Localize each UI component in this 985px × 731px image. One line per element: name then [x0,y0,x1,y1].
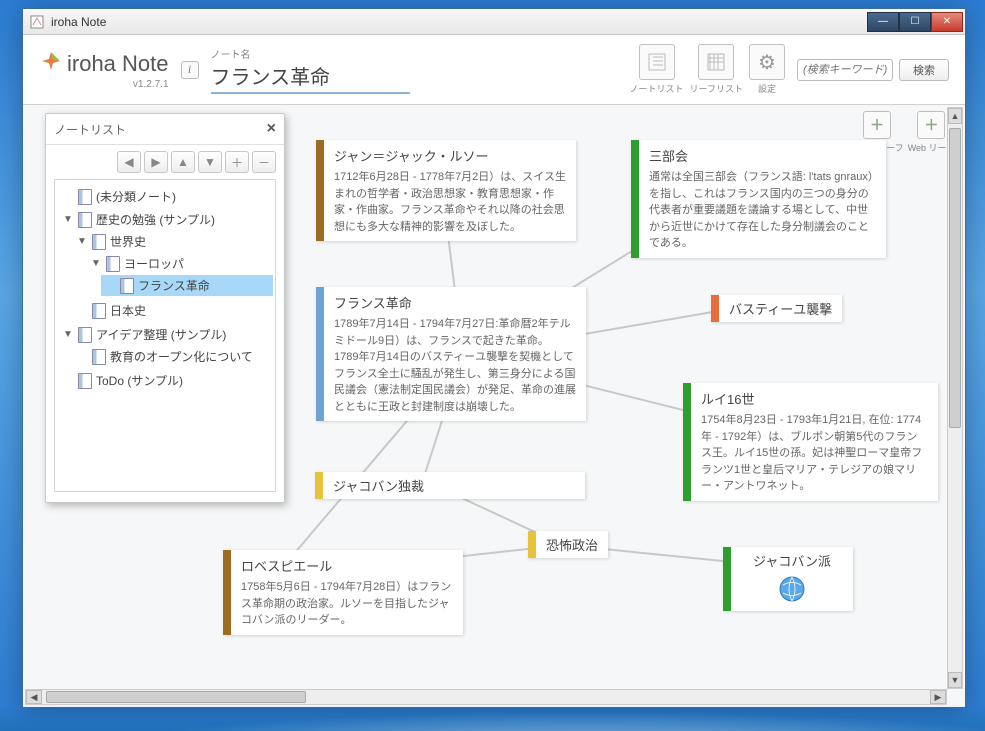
app-icon [29,14,45,30]
notebook-icon [92,234,106,250]
maximize-button[interactable]: ☐ [899,12,931,32]
card-title: 三部会 [649,146,876,165]
card-title: ジャン＝ジャック・ルソー [334,146,566,165]
notebook-icon [92,303,106,319]
tree-item-world-history[interactable]: ▼世界史 [73,231,273,252]
card-rousseau[interactable]: ジャン＝ジャック・ルソー 1712年6月28日 - 1778年7月2日）は、スイ… [316,140,576,241]
add-note-button[interactable]: ＋ [225,151,249,173]
card-jacobin[interactable]: ジャコバン派 [723,547,853,611]
sidebar-title: ノートリスト [54,121,126,138]
scroll-left-icon[interactable]: ◀ [26,690,42,704]
move-left-button[interactable]: ◀ [117,151,141,173]
note-name-label: ノート名 [211,46,411,61]
tree-item-japanese-history[interactable]: 日本史 [73,300,273,321]
note-tree[interactable]: (未分類ノート) ▼歴史の勉強 (サンプル) ▼世界史 ▼ヨーロッパ フランス革… [54,179,276,492]
tree-item-europe[interactable]: ▼ヨーロッパ [87,253,273,274]
notebook-icon [92,349,106,365]
card-title: ジャコバン派 [741,551,843,570]
tree-item-unclassified[interactable]: (未分類ノート) [59,186,273,207]
horizontal-scrollbar[interactable]: ◀ ▶ [25,689,947,705]
gear-icon: ⚙ [758,50,776,75]
desktop-background-swirl [0,705,985,731]
card-body: 1754年8月23日 - 1793年1月21日, 在位: 1774年 - 179… [701,412,928,495]
card-body: 1712年6月28日 - 1778年7月2日）は、スイス生まれの哲学者・政治思想… [334,169,566,235]
notebook-icon [120,278,134,294]
scroll-thumb[interactable] [46,691,306,703]
scroll-up-icon[interactable]: ▲ [948,108,962,124]
card-terror[interactable]: 恐怖政治 [528,531,608,558]
card-title: バスティーユ襲撃 [729,299,832,318]
move-down-button[interactable]: ▼ [198,151,222,173]
sidebar-close-icon[interactable]: × [267,120,276,138]
logo-text: iroha Note [67,51,169,77]
canvas-area[interactable]: ＋ カードリーフ ＋ Web リーフ ジャン＝ [23,105,965,707]
scroll-down-icon[interactable]: ▼ [948,672,962,688]
card-title: ロベスピエール [241,556,453,575]
card-kakumei[interactable]: フランス革命 1789年7月14日 - 1794年7月27日:革命暦2年テルミド… [316,287,586,421]
scroll-thumb[interactable] [949,128,961,428]
notelist-button[interactable]: ノートリスト [630,44,684,95]
minimize-button[interactable]: — [867,12,899,32]
note-title: フランス革命 [211,61,411,94]
notelist-panel[interactable]: ノートリスト × ◀ ▶ ▲ ▼ ＋ － (未分類ノート) ▼歴史の勉強 (サン… [45,113,285,503]
card-body: 1789年7月14日 - 1794年7月27日:革命暦2年テルミドール9日）は、… [334,316,576,415]
notebook-icon [78,189,92,205]
version-label: v1.2.7.1 [133,79,169,90]
tree-item-history[interactable]: ▼歴史の勉強 (サンプル) [59,209,273,230]
card-robes[interactable]: ロベスピエール 1758年5月6日 - 1794年7月28日）はフランス革命期の… [223,550,463,635]
logo-icon [39,49,63,79]
leaflist-button[interactable]: リーフリスト [690,44,743,95]
vertical-scrollbar[interactable]: ▲ ▼ [947,107,963,689]
card-jacobin-dict[interactable]: ジャコバン独裁 [315,472,585,499]
card-body: 通常は全国三部会（フランス語: l'tats gnraux）を指し、これはフラン… [649,169,876,252]
card-title: ジャコバン独裁 [333,476,575,495]
remove-note-button[interactable]: － [252,151,276,173]
notebook-icon [78,327,92,343]
close-button[interactable]: ✕ [931,12,963,32]
move-right-button[interactable]: ▶ [144,151,168,173]
logo: iroha Note v1.2.7.1 [39,49,169,90]
tree-item-open-education[interactable]: 教育のオープン化について [73,346,273,367]
tree-item-ideas[interactable]: ▼アイデア整理 (サンプル) [59,324,273,345]
tree-item-todo[interactable]: ToDo (サンプル) [59,370,273,391]
app-window: iroha Note — ☐ ✕ iroha Note v1.2.7.1 i ノ… [22,8,966,708]
card-title: 恐怖政治 [546,535,598,554]
card-bastille[interactable]: バスティーユ襲撃 [711,295,842,322]
globe-icon [741,574,843,607]
notebook-icon [106,256,120,272]
app-header: iroha Note v1.2.7.1 i ノート名 フランス革命 ノートリスト… [23,35,965,105]
card-title: フランス革命 [334,293,576,312]
card-sanbukai[interactable]: 三部会 通常は全国三部会（フランス語: l'tats gnraux）を指し、これ… [631,140,886,258]
window-title: iroha Note [51,15,867,29]
card-louis[interactable]: ルイ16世 1754年8月23日 - 1793年1月21日, 在位: 1774年… [683,383,938,501]
card-title: ルイ16世 [701,389,928,408]
settings-button[interactable]: ⚙ 設定 [749,44,785,95]
notebook-icon [78,373,92,389]
search-button[interactable]: 検索 [899,59,949,81]
info-icon[interactable]: i [181,61,199,79]
scroll-right-icon[interactable]: ▶ [930,690,946,704]
search-input[interactable] [797,59,893,81]
tree-item-french-revolution[interactable]: フランス革命 [101,275,273,296]
titlebar[interactable]: iroha Note — ☐ ✕ [23,9,965,35]
move-up-button[interactable]: ▲ [171,151,195,173]
card-body: 1758年5月6日 - 1794年7月28日）はフランス革命期の政治家。ルソーを… [241,579,453,629]
notebook-icon [78,212,92,228]
